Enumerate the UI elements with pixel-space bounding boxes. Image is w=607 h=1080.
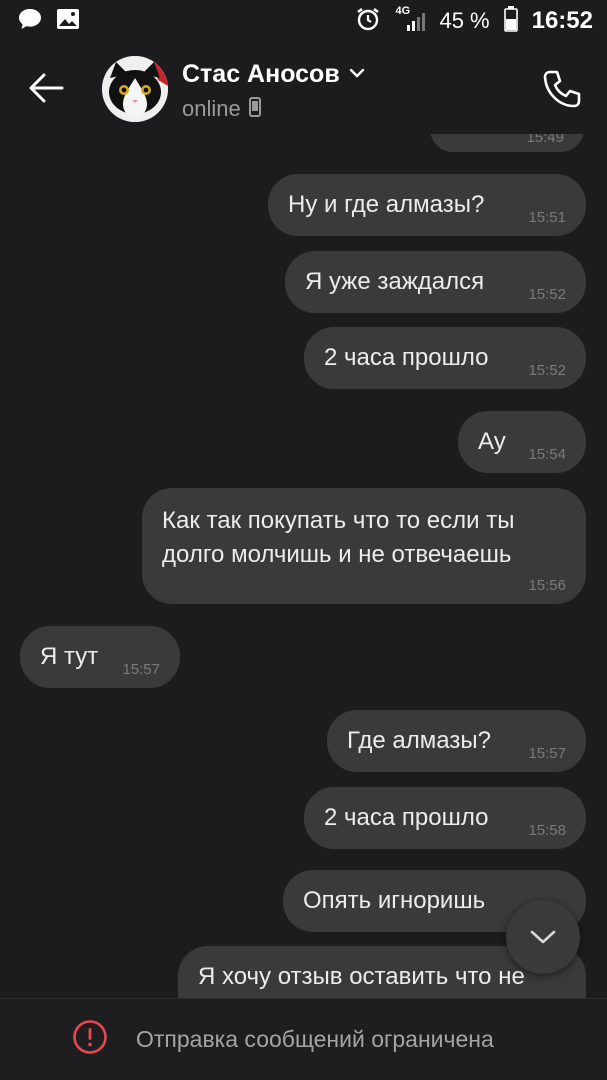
contact-name-row[interactable]: Стас Аносов (182, 60, 366, 89)
message-bubble[interactable]: Как так покупать что то если ты долго мо… (142, 488, 586, 604)
message-list[interactable]: 15:49 Ну и где алмазы? 15:51 Я уже зажда… (0, 134, 607, 998)
message-bubble[interactable]: Ау 15:54 (458, 411, 586, 473)
message-time: 15:58 (528, 822, 566, 839)
warning-icon (72, 1019, 108, 1060)
avatar[interactable] (102, 56, 168, 122)
messaging-restricted-bar: Отправка сообщений ограничена (0, 998, 607, 1080)
message-text: 2 часа прошло (324, 344, 489, 371)
message-time: 15:52 (528, 286, 566, 303)
cat-avatar-icon (102, 56, 168, 122)
message-bubble[interactable]: Где алмазы? 15:57 (327, 710, 586, 772)
message-text: Я уже заждался (305, 268, 485, 295)
message-text: Опять игноришь (303, 887, 486, 914)
message-text: Ау (478, 428, 506, 455)
message-bubble[interactable]: Я уже заждался 15:52 (285, 251, 586, 313)
message-bubble[interactable]: 2 часа прошло 15:52 (304, 327, 586, 389)
chevron-down-icon (530, 930, 556, 944)
alarm-icon (355, 6, 381, 37)
message-time: 15:49 (526, 134, 564, 146)
image-notification-icon (56, 8, 80, 35)
back-button[interactable] (26, 70, 66, 106)
message-bubble[interactable]: Ну и где алмазы? 15:51 (268, 174, 586, 236)
presence-status: online (182, 96, 241, 121)
message-text: Я тут (40, 643, 99, 670)
message-time: 15:56 (528, 577, 566, 594)
message-time: 15:51 (528, 209, 566, 226)
message-text: Где алмазы? (347, 727, 491, 754)
presence-row: online (182, 96, 261, 122)
message-text: Я хочу отзыв оставить что не (198, 963, 525, 990)
mobile-device-icon (248, 96, 261, 122)
message-text: Как так покупать что то если ты долго мо… (162, 507, 515, 568)
message-time: 15:57 (528, 745, 566, 762)
phone-icon (543, 70, 581, 108)
contact-name: Стас Аносов (182, 60, 340, 88)
signal-icon: 4G (395, 5, 426, 33)
chat-header: Стас Аносов online (0, 42, 607, 134)
scroll-to-bottom-button[interactable] (506, 900, 580, 974)
message-text: Ну и где алмазы? (288, 191, 485, 218)
call-button[interactable] (540, 68, 584, 112)
message-bubble[interactable]: 2 часа прошло 15:58 (304, 787, 586, 849)
chat-notification-icon (18, 8, 42, 35)
message-time: 15:54 (528, 446, 566, 463)
message-bubble-incoming[interactable]: Я тут 15:57 (20, 626, 180, 688)
message-time: 15:57 (122, 661, 160, 678)
message-bubble[interactable]: 15:49 (430, 134, 584, 152)
clock: 16:52 (531, 7, 593, 34)
restriction-text: Отправка сообщений ограничена (136, 1026, 494, 1052)
message-time: 15:52 (528, 362, 566, 379)
message-text: 2 часа прошло (324, 804, 489, 831)
arrow-left-icon (29, 73, 64, 103)
battery-icon (503, 5, 518, 37)
status-bar: 4G 45 % 16:52 (0, 0, 607, 42)
chevron-down-icon (348, 66, 366, 84)
battery-percent: 45 % (439, 8, 490, 33)
